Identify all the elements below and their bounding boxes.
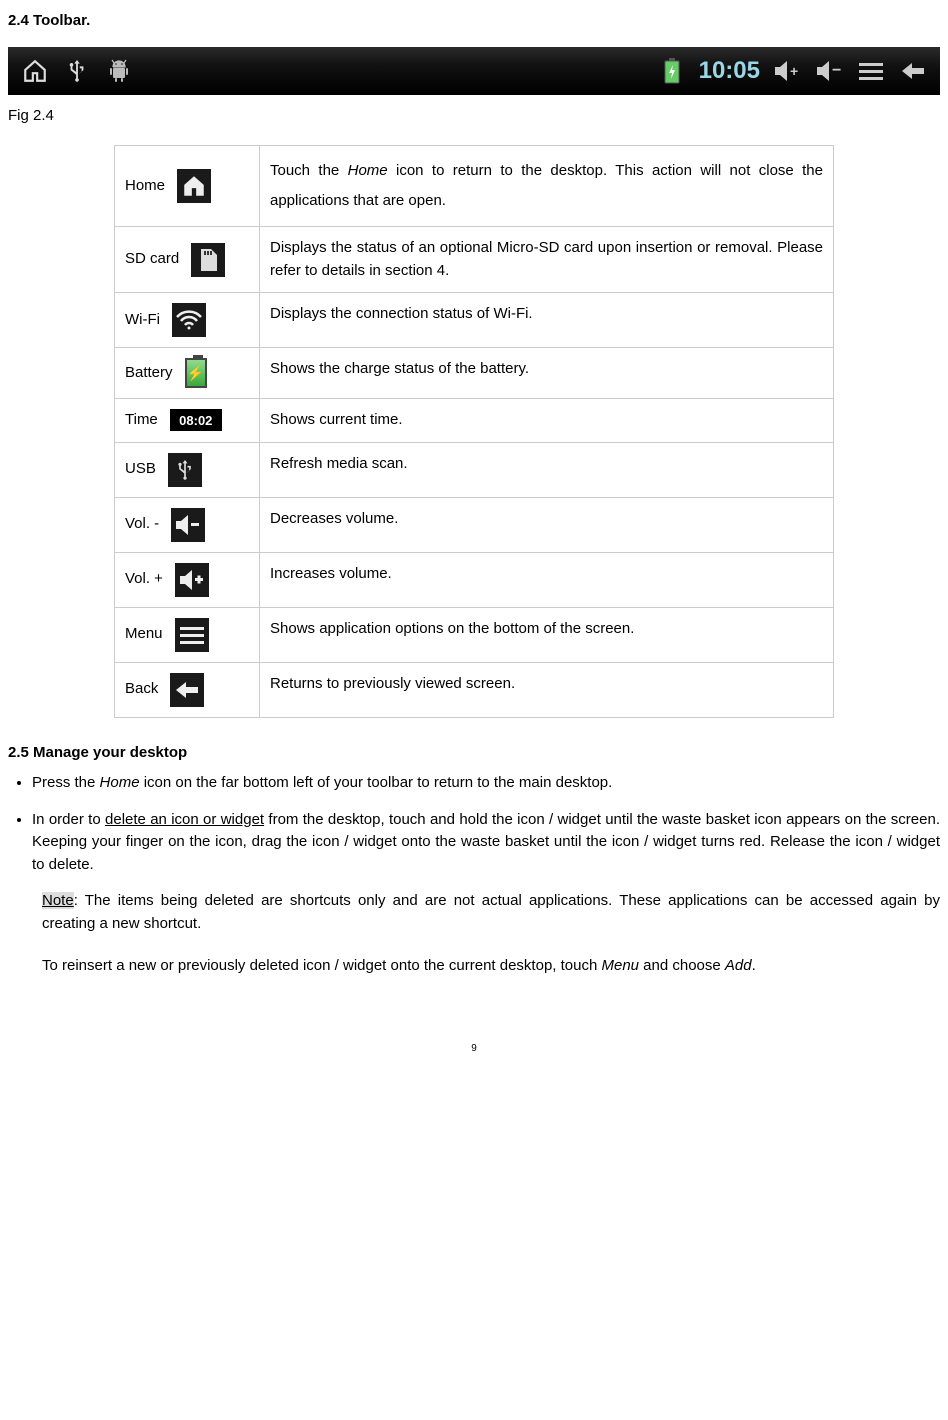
volume-down-icon: − — [812, 54, 846, 88]
sd-card-icon — [191, 243, 225, 277]
section-2-5-heading: 2.5 Manage your desktop — [8, 742, 940, 765]
row-description: Decreases volume. — [260, 497, 834, 552]
row-label: SD card — [125, 248, 179, 271]
volume-up-icon — [175, 563, 209, 597]
back-icon — [896, 54, 930, 88]
row-description: Returns to previously viewed screen. — [260, 662, 834, 717]
time-icon: 08:02 — [170, 409, 222, 431]
usb-icon — [60, 54, 94, 88]
note-label: Note — [42, 892, 74, 909]
figure-caption: Fig 2.4 — [8, 105, 940, 128]
table-row: Vol. + Increases volume. — [115, 552, 834, 607]
row-description: Shows the charge status of the battery. — [260, 348, 834, 399]
volume-up-icon: + — [770, 54, 804, 88]
row-label: Vol. + — [125, 568, 163, 591]
svg-text:−: − — [832, 62, 841, 79]
row-description: Increases volume. — [260, 552, 834, 607]
row-label: Wi-Fi — [125, 309, 160, 332]
menu-icon — [175, 618, 209, 652]
toolbar-screenshot: 10:05 + − — [8, 47, 940, 95]
menu-icon — [854, 54, 888, 88]
row-description: Touch the Home icon to return to the des… — [260, 146, 834, 227]
row-label: Home — [125, 175, 165, 198]
usb-icon — [168, 453, 202, 487]
svg-text:+: + — [790, 63, 798, 79]
row-label: Vol. - — [125, 513, 159, 536]
battery-icon: ⚡ — [185, 358, 207, 388]
table-row: Wi-Fi Displays the connection status of … — [115, 293, 834, 348]
list-item: In order to delete an icon or widget fro… — [32, 809, 940, 877]
list-item: Press the Home icon on the far bottom le… — [32, 772, 940, 795]
table-row: Home Touch the Home icon to return to th… — [115, 146, 834, 227]
row-description: Displays the status of an optional Micro… — [260, 227, 834, 293]
wifi-icon — [172, 303, 206, 337]
row-label: Battery — [125, 362, 173, 385]
note-block: Note: The items being deleted are shortc… — [42, 890, 940, 935]
table-row: USB Refresh media scan. — [115, 442, 834, 497]
toolbar-time: 10:05 — [699, 53, 760, 89]
volume-down-icon — [171, 508, 205, 542]
table-row: Vol. - Decreases volume. — [115, 497, 834, 552]
row-label: Time — [125, 409, 158, 432]
back-icon — [170, 673, 204, 707]
row-description: Refresh media scan. — [260, 442, 834, 497]
section-2-4-heading: 2.4 Toolbar. — [8, 10, 940, 33]
battery-status-icon — [655, 54, 689, 88]
row-label: USB — [125, 458, 156, 481]
row-label: Menu — [125, 623, 163, 646]
row-label: Back — [125, 678, 158, 701]
home-icon — [18, 54, 52, 88]
bullet-list: Press the Home icon on the far bottom le… — [32, 772, 940, 876]
table-row: Time 08:02 Shows current time. — [115, 399, 834, 443]
table-row: Battery ⚡ Shows the charge status of the… — [115, 348, 834, 399]
row-description: Shows application options on the bottom … — [260, 607, 834, 662]
row-description: Displays the connection status of Wi-Fi. — [260, 293, 834, 348]
table-row: Back Returns to previously viewed screen… — [115, 662, 834, 717]
row-description: Shows current time. — [260, 399, 834, 443]
android-icon — [102, 54, 136, 88]
toolbar-icon-table: Home Touch the Home icon to return to th… — [114, 145, 834, 718]
home-icon — [177, 169, 211, 203]
reinsert-paragraph: To reinsert a new or previously deleted … — [42, 951, 940, 981]
page-number: 9 — [8, 1041, 940, 1056]
table-row: SD card Displays the status of an option… — [115, 227, 834, 293]
table-row: Menu Shows application options on the bo… — [115, 607, 834, 662]
